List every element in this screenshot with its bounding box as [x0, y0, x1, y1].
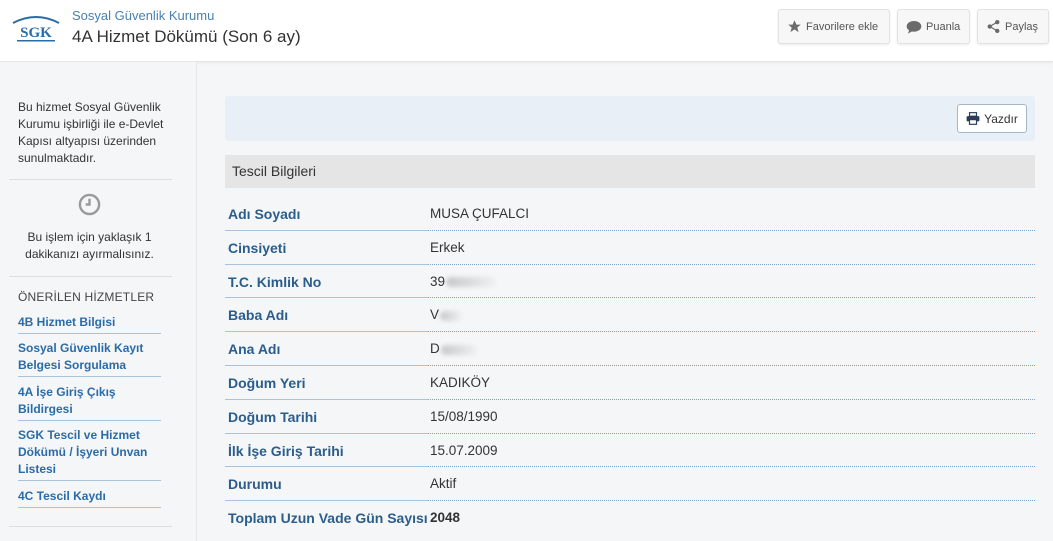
row-label: Doğum Yeri	[228, 374, 306, 391]
sidebar-divider	[9, 526, 172, 527]
table-row: Doğum Yeri KADIKÖY	[225, 366, 1035, 400]
table-row: Durumu Aktif	[225, 467, 1035, 502]
share-button[interactable]: Paylaş	[977, 9, 1049, 44]
row-value: Aktif	[430, 476, 457, 492]
row-value-redacted: V	[430, 307, 463, 322]
print-button[interactable]: Yazdır	[957, 104, 1027, 133]
service-info-text: Bu hizmet Sosyal Güvenlik Kurumu işbirli…	[18, 100, 164, 165]
row-value-redacted: D	[430, 341, 477, 356]
row-value: KADIKÖY	[430, 374, 491, 390]
table-row: Cinsiyeti Erkek	[225, 231, 1035, 265]
print-label: Yazdır	[984, 111, 1018, 126]
row-value: MUSA ÇUFALCI	[430, 206, 530, 221]
table-row: Toplam Uzun Vade Gün Sayısı 2048	[225, 501, 1035, 535]
share-icon	[987, 19, 1000, 34]
printer-icon	[966, 112, 980, 125]
page-title: 4A Hizmet Dökümü (Son 6 ay)	[72, 27, 301, 46]
table-row: T.C. Kimlik No 39	[225, 265, 1035, 299]
header: SGK Sosyal Güvenlik Kurumu 4A Hizmet Dök…	[0, 0, 1053, 62]
table-row: İlk İşe Giriş Tarihi 15.07.2009	[225, 434, 1035, 468]
row-label: Cinsiyeti	[228, 239, 287, 256]
sidebar: Bu hizmet Sosyal Güvenlik Kurumu işbirli…	[0, 62, 197, 541]
row-value: 15/08/1990	[430, 408, 498, 424]
clock-icon	[78, 193, 101, 216]
favorite-label: Favorilere ekle	[806, 20, 879, 33]
row-value: 2048	[430, 510, 461, 526]
row-label: İlk İşe Giriş Tarihi	[228, 442, 344, 459]
row-value: 15.07.2009	[430, 442, 498, 458]
table-row: Doğum Tarihi 15/08/1990	[225, 400, 1035, 434]
sidebar-divider	[9, 179, 172, 180]
recommended-services-heading: ÖNERİLEN HİZMETLER	[18, 290, 155, 304]
logo-text: SGK	[20, 25, 52, 41]
row-value-redacted: 39	[430, 274, 497, 289]
sidebar-link-kayit-belgesi[interactable]: Sosyal Güvenlik Kayıt Belgesi Sorgulama	[18, 340, 161, 377]
row-value: Erkek	[430, 239, 465, 255]
rate-label: Puanla	[926, 20, 961, 33]
row-label: Adı Soyadı	[228, 206, 301, 222]
rate-button[interactable]: Puanla	[897, 9, 970, 44]
row-label: T.C. Kimlik No	[228, 273, 322, 290]
row-label: Ana Adı	[228, 341, 281, 358]
registration-info-table: Adı Soyadı MUSA ÇUFALCI Cinsiyeti Erkek …	[225, 197, 1035, 535]
sidebar-link-4c-tescil[interactable]: 4C Tescil Kaydı	[18, 488, 161, 508]
favorite-button[interactable]: Favorilere ekle	[778, 9, 890, 44]
table-row: Adı Soyadı MUSA ÇUFALCI	[225, 197, 1035, 231]
sidebar-link-ise-giris[interactable]: 4A İşe Giriş Çıkış Bildirgesi	[18, 384, 161, 421]
sidebar-divider	[9, 276, 172, 277]
toolbar: Yazdır	[225, 96, 1035, 141]
share-label: Paylaş	[1005, 20, 1039, 33]
star-icon	[788, 20, 801, 33]
sgk-logo[interactable]: SGK	[9, 13, 63, 45]
sidebar-link-tescil-dokum[interactable]: SGK Tescil ve Hizmet Dökümü / İşyeri Unv…	[18, 427, 161, 481]
estimated-time-text: Bu işlem için yaklaşık 1 dakikanızı ayır…	[25, 230, 154, 261]
section-title: Tescil Bilgileri	[225, 155, 1035, 188]
row-label: Toplam Uzun Vade Gün Sayısı	[228, 510, 428, 527]
sidebar-link-4b-hizmet[interactable]: 4B Hizmet Bilgisi	[18, 314, 161, 334]
org-name: Sosyal Güvenlik Kurumu	[72, 8, 215, 23]
row-label: Baba Adı	[228, 307, 289, 324]
comment-icon	[906, 20, 922, 34]
row-label: Durumu	[228, 476, 282, 493]
table-row: Baba Adı V	[225, 298, 1035, 333]
table-row: Ana Adı D	[225, 332, 1035, 366]
row-label: Doğum Tarihi	[228, 408, 318, 425]
